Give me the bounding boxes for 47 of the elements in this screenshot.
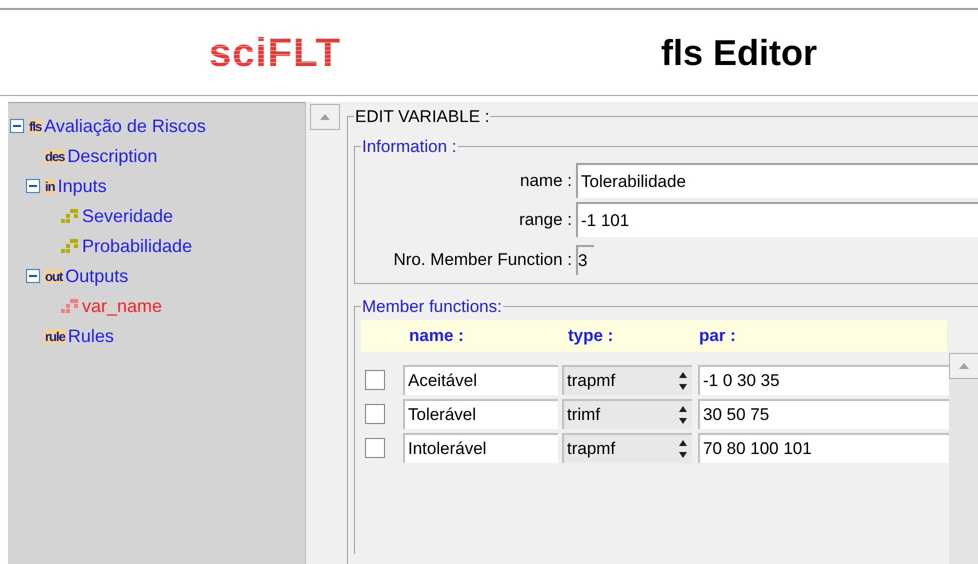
node-badge: des bbox=[44, 148, 66, 164]
tree-item[interactable]: Outputs bbox=[65, 262, 128, 290]
tree-item[interactable]: Probabilidade bbox=[82, 232, 192, 260]
type-value: trapmf bbox=[566, 370, 616, 392]
name-field[interactable]: Tolerável bbox=[403, 398, 558, 428]
count-field[interactable]: 3 bbox=[576, 245, 594, 275]
type-spinner[interactable]: trimf bbox=[562, 398, 692, 428]
text-field[interactable]: Tolerabilidade bbox=[576, 163, 978, 198]
scroll-up-button[interactable] bbox=[949, 352, 978, 378]
row-checkbox[interactable] bbox=[365, 404, 385, 424]
node-badge: out bbox=[44, 268, 64, 284]
name-field[interactable]: Aceitável bbox=[403, 364, 558, 394]
node-badge: in bbox=[44, 178, 56, 194]
row-checkbox[interactable] bbox=[365, 370, 385, 390]
tree-item[interactable]: Rules bbox=[68, 322, 114, 350]
name-field[interactable]: Intolerável bbox=[403, 432, 558, 462]
tree-item[interactable]: Severidade bbox=[82, 202, 174, 230]
par-field[interactable]: -1 0 30 35 bbox=[698, 364, 949, 394]
section-title: EDIT VARIABLE : bbox=[354, 106, 490, 128]
type-spinner[interactable]: trapmf bbox=[562, 432, 692, 462]
field-label: Nro. Member Function : bbox=[392, 249, 573, 272]
collapse-toggle[interactable] bbox=[10, 119, 24, 133]
text-field[interactable]: -1 101 bbox=[576, 202, 978, 237]
type-value: trimf bbox=[566, 404, 602, 426]
par-field[interactable]: 70 80 100 101 bbox=[698, 432, 949, 462]
field-label: name : bbox=[519, 170, 573, 192]
scroll-up-button[interactable] bbox=[310, 104, 340, 130]
group-title: Information : bbox=[361, 136, 458, 158]
tree-item[interactable]: Description bbox=[67, 142, 158, 170]
column-header: par : bbox=[699, 324, 736, 347]
group-title: Member functions: bbox=[361, 296, 503, 318]
node-badge: fls bbox=[28, 118, 42, 134]
tree-item[interactable]: Avaliação de Riscos bbox=[44, 112, 206, 140]
field-label: range : bbox=[518, 208, 573, 231]
collapse-toggle[interactable] bbox=[26, 179, 40, 193]
column-header: type : bbox=[568, 324, 614, 347]
column-header: name : bbox=[409, 324, 465, 347]
tree-item[interactable]: Inputs bbox=[58, 172, 107, 200]
type-value: trapmf bbox=[566, 438, 616, 460]
par-field[interactable]: 30 50 75 bbox=[698, 398, 949, 428]
collapse-toggle[interactable] bbox=[26, 269, 40, 283]
window-title: fls Editor bbox=[660, 30, 817, 74]
row-checkbox[interactable] bbox=[365, 438, 385, 458]
up-arrow-icon bbox=[319, 113, 331, 121]
type-spinner[interactable]: trapmf bbox=[562, 364, 692, 394]
node-badge: rule bbox=[44, 328, 66, 344]
up-arrow-icon bbox=[958, 362, 970, 370]
